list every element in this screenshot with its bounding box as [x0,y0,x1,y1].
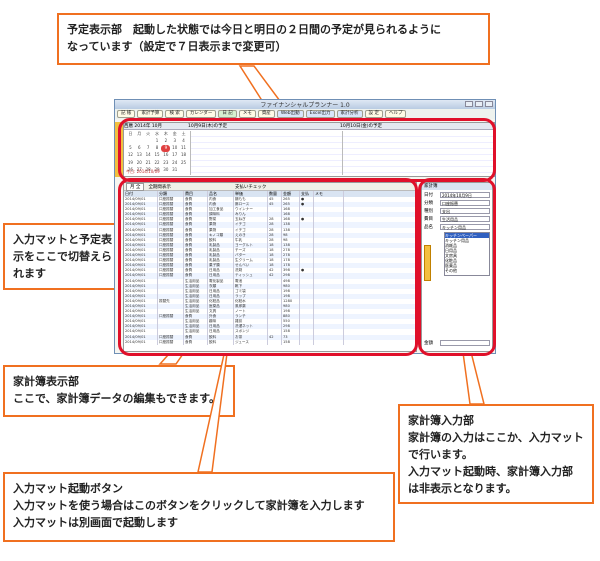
toolbar-button[interactable]: 検 索 [165,110,184,118]
close-button[interactable] [485,101,493,107]
toolbar-button[interactable]: ヘルプ [384,110,407,118]
toolbar-button[interactable]: 家計分析 [336,110,363,118]
toolbar-button[interactable]: 設 定 [364,110,383,118]
title-bar: ファイナンシャルプランナー 1.0 [115,100,495,109]
maximize-button[interactable] [475,101,483,107]
toolbar-button[interactable]: Web出動 [276,110,304,118]
toolbar-button[interactable]: Excel出力 [305,110,335,118]
minimize-button[interactable] [465,101,473,107]
toolbar-button[interactable]: 資産 [257,110,275,118]
highlight-entry [418,178,496,356]
toolbar-button[interactable]: 日 記 [218,110,237,118]
toolbar-button[interactable]: 家計予算 [137,110,164,118]
highlight-schedule [118,118,496,182]
toolbar-button[interactable]: 記 帳 [117,110,136,118]
window-title: ファイナンシャルプランナー 1.0 [260,102,350,109]
toolbar-button[interactable]: メモ [238,110,256,118]
toolbar-button[interactable]: カレンダー [185,110,217,118]
window-controls [465,101,493,107]
highlight-ledger [118,178,418,356]
